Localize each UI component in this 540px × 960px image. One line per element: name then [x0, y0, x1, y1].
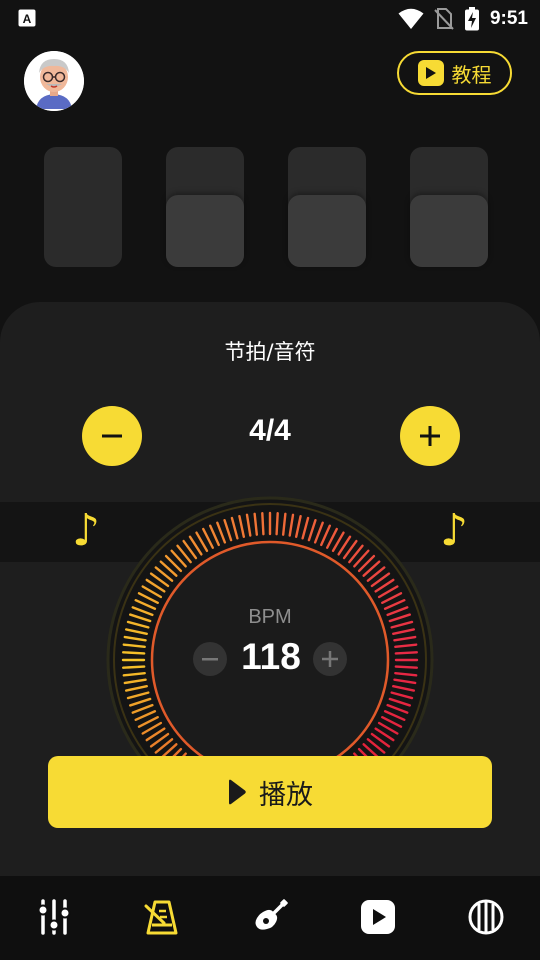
nav-mixer[interactable]: [34, 896, 74, 938]
bpm-decrease-button[interactable]: [193, 642, 227, 676]
bpm-label: BPM: [248, 606, 292, 628]
bpm-value: 118: [241, 636, 301, 677]
avatar[interactable]: [24, 51, 84, 111]
beat-level: [410, 195, 488, 267]
tutorial-button[interactable]: 教程: [397, 51, 512, 95]
note-right-icon: ♪: [440, 505, 469, 556]
plus-icon: [420, 426, 440, 446]
beat-indicator-2[interactable]: [166, 147, 244, 267]
nav-metronome[interactable]: [142, 896, 182, 938]
avatar-illustration: [24, 51, 84, 111]
mixer-sliders-icon: [37, 899, 71, 935]
beat-level: [288, 195, 366, 267]
status-bar: A 9:51: [0, 0, 540, 38]
nav-video[interactable]: [358, 896, 398, 938]
play-square-icon: [417, 60, 444, 86]
play-icon: [229, 779, 246, 805]
beat-indicator-4[interactable]: [410, 147, 488, 267]
tutorial-label: 教程: [451, 62, 492, 87]
play-button[interactable]: 播放: [48, 756, 492, 828]
dial-tick: [394, 651, 418, 655]
no-sim-icon: [434, 8, 454, 30]
metronome-icon: [144, 900, 178, 935]
bpm-increase-button[interactable]: [313, 642, 347, 676]
meter-decrease-button[interactable]: [82, 406, 142, 466]
meter-title: 节拍/音符: [224, 340, 316, 364]
beat-indicator-3[interactable]: [288, 147, 366, 267]
dial-tick: [394, 665, 418, 669]
note-left-icon: ♪: [72, 505, 101, 556]
beat-indicator-1[interactable]: [44, 147, 122, 267]
svg-text:A: A: [23, 12, 32, 26]
nav-guitar[interactable]: [250, 896, 290, 938]
beat-level: [166, 195, 244, 267]
app-notification-icon: A: [18, 9, 36, 27]
dial-tick: [122, 665, 146, 669]
dial-tick: [275, 512, 279, 536]
time-signature: 4/4: [249, 414, 291, 447]
guitar-icon: [255, 899, 288, 930]
dial-tick: [122, 651, 146, 655]
play-label: 播放: [259, 779, 313, 811]
nav-tuner[interactable]: [466, 896, 506, 938]
strings-tuner-icon: [468, 899, 504, 935]
minus-icon: [102, 434, 122, 438]
wifi-icon: [398, 8, 424, 29]
battery-charging-icon: [464, 7, 479, 31]
meter-increase-button[interactable]: [400, 406, 460, 466]
minus-icon: [202, 657, 218, 660]
plus-icon: [322, 651, 338, 667]
video-play-icon: [361, 900, 395, 934]
status-time: 9:51: [489, 8, 528, 29]
dial-tick: [261, 512, 265, 536]
